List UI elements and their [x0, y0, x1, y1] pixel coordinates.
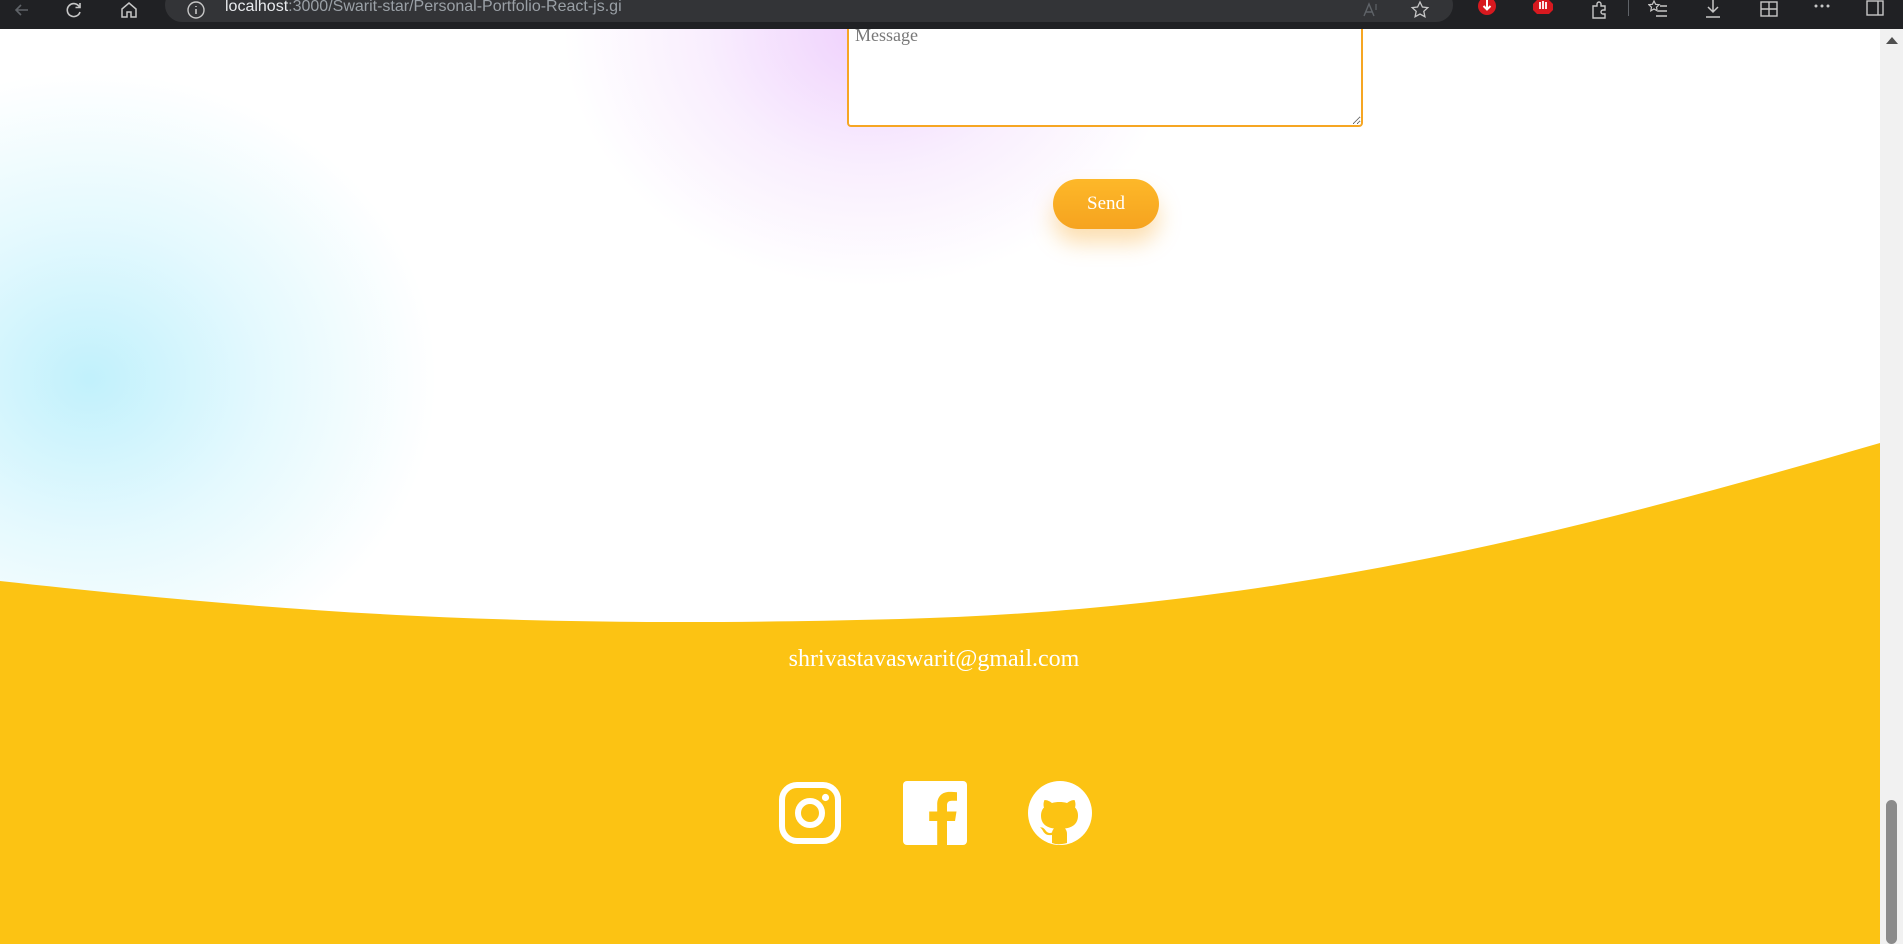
- message-textarea[interactable]: [847, 29, 1363, 127]
- facebook-icon: [903, 781, 967, 845]
- favorite-star-icon[interactable]: [1409, 0, 1431, 20]
- instagram-icon: [779, 782, 841, 844]
- facebook-link[interactable]: [903, 781, 967, 845]
- collections-icon[interactable]: [1756, 0, 1782, 20]
- address-bar[interactable]: localhost:3000/Swarit-star/Personal-Port…: [165, 0, 1453, 22]
- extension-download-icon[interactable]: [1474, 0, 1500, 20]
- extension-stop-icon[interactable]: [1530, 0, 1556, 20]
- github-link[interactable]: [1028, 781, 1092, 845]
- instagram-link[interactable]: [778, 781, 842, 845]
- more-icon[interactable]: [1809, 0, 1835, 20]
- read-aloud-icon[interactable]: [1360, 0, 1382, 20]
- extensions-puzzle-icon[interactable]: [1586, 0, 1612, 20]
- refresh-icon[interactable]: [60, 0, 88, 20]
- url-host: localhost: [225, 0, 289, 15]
- url-path: :3000/Swarit-star/Personal-Portfolio-Rea…: [288, 0, 622, 15]
- url-text[interactable]: localhost:3000/Swarit-star/Personal-Port…: [225, 0, 622, 16]
- scrollbar-thumb[interactable]: [1886, 800, 1897, 944]
- page-scrollbar[interactable]: [1880, 29, 1903, 944]
- favorites-icon[interactable]: [1645, 0, 1671, 20]
- github-icon: [1028, 781, 1092, 845]
- toolbar-divider: [1628, 0, 1629, 16]
- footer-email[interactable]: shrivastavaswarit@gmail.com: [0, 646, 1868, 673]
- home-icon[interactable]: [115, 0, 143, 20]
- back-icon[interactable]: [8, 0, 36, 20]
- sidebar-icon[interactable]: [1862, 0, 1888, 20]
- portfolio-page: Send shrivastavaswarit@gmail.com: [0, 29, 1880, 944]
- scroll-up-arrow-icon[interactable]: [1886, 37, 1898, 44]
- browser-toolbar: localhost:3000/Swarit-star/Personal-Port…: [0, 0, 1903, 29]
- footer-wave: [0, 443, 1880, 944]
- downloads-icon[interactable]: [1700, 0, 1726, 20]
- site-info-icon[interactable]: [186, 0, 206, 20]
- send-button[interactable]: Send: [1053, 179, 1159, 229]
